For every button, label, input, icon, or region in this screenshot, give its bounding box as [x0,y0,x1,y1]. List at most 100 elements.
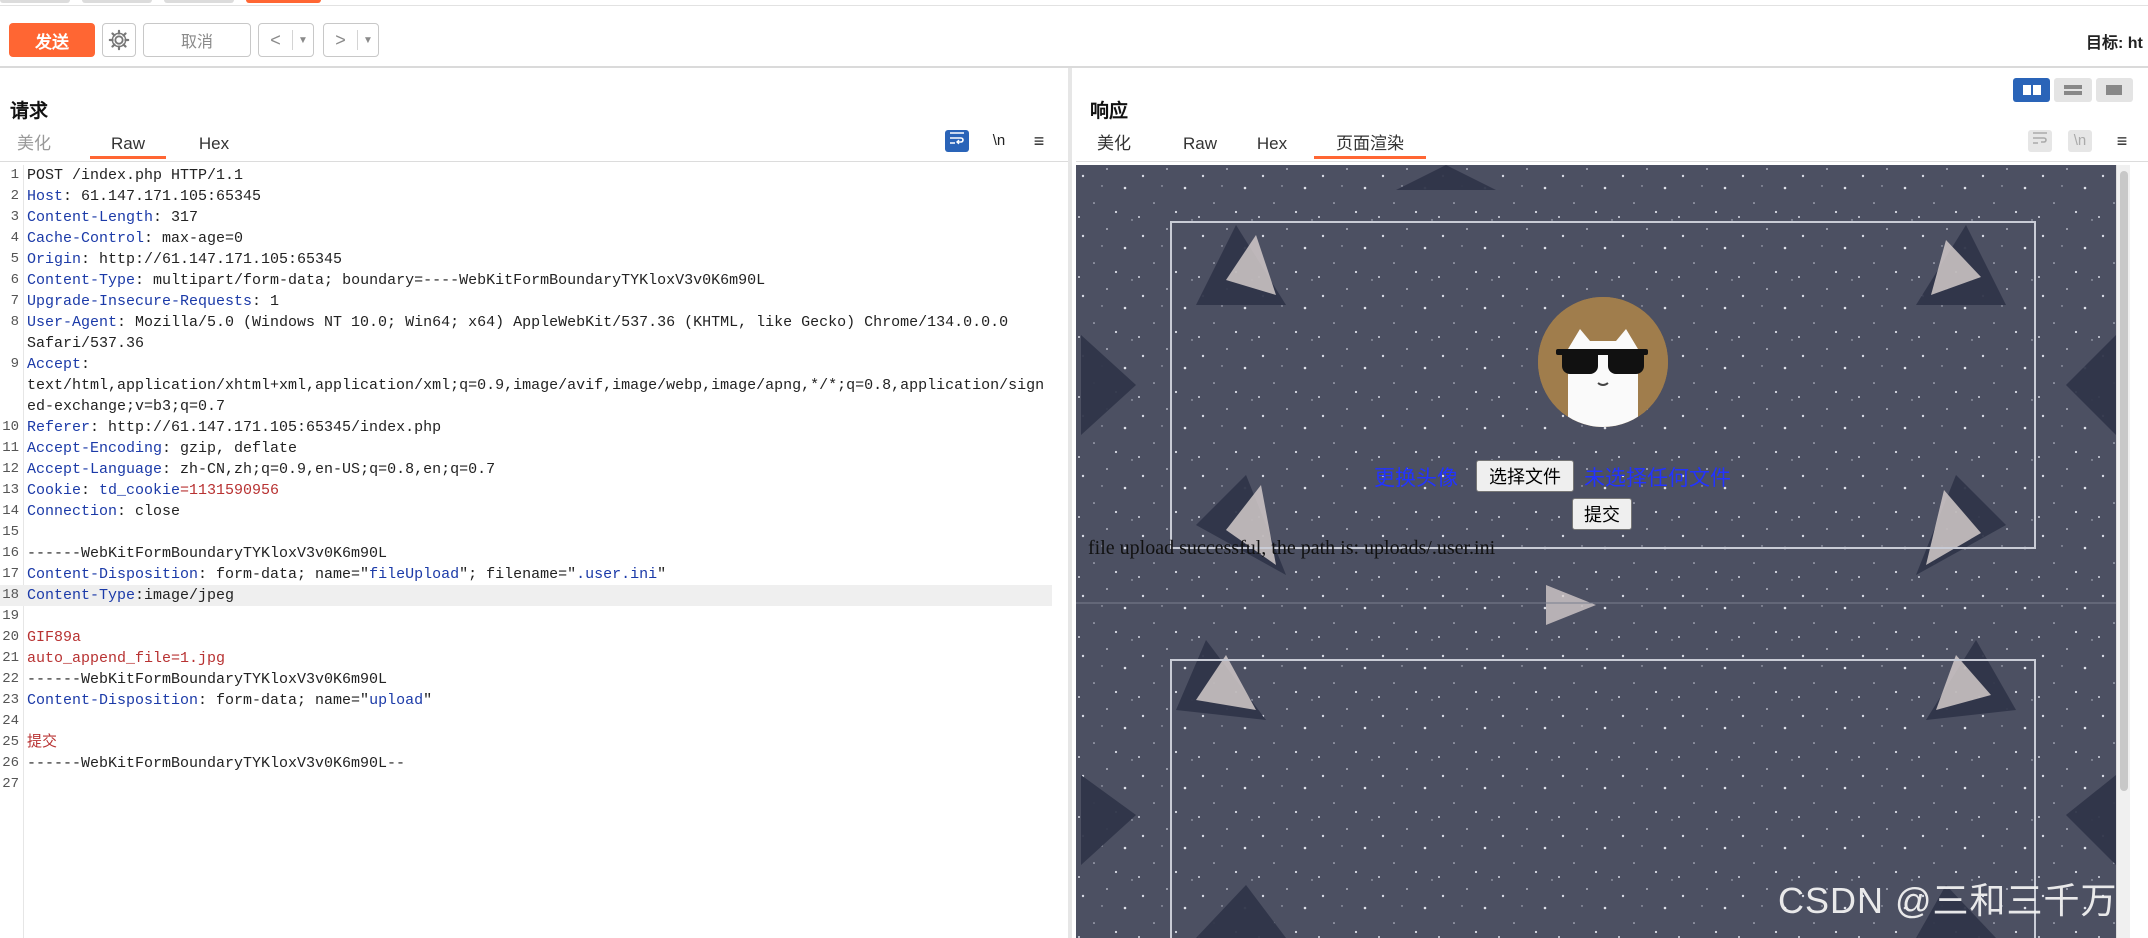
code-token: : Mozilla/5.0 (Windows NT 10.0; Win64; x… [117,314,1009,331]
layout-split-icon[interactable] [2013,78,2051,102]
code-line[interactable]: 20 GIF89a [0,627,1052,648]
code-line[interactable]: 2 Host: 61.147.171.105:65345 [0,186,1052,207]
line-text: ------WebKitFormBoundaryTYKloxV3v0K6m90L [27,669,387,690]
line-number: 5 [10,251,19,267]
code-line[interactable]: 16 ------WebKitFormBoundaryTYKloxV3v0K6m9… [0,543,1052,564]
layout-horizontal-icon[interactable] [2054,78,2092,102]
scroll-thumb[interactable] [2120,171,2128,791]
line-text: Accept-Encoding: gzip, deflate [27,438,297,459]
forward-button[interactable]: > [324,30,358,50]
tab-hex[interactable]: Hex [184,133,244,159]
code-token: Accept-Language [27,461,163,478]
target-label[interactable]: 目标: ht [2086,29,2148,53]
code-line[interactable]: 21 auto_append_file=1.jpg [0,648,1052,669]
code-line[interactable]: 26 ------WebKitFormBoundaryTYKloxV3v0K6m9… [0,753,1052,774]
gear-icon [108,29,130,50]
code-line[interactable]: 9 Accept: [0,354,1052,375]
code-line[interactable]: 1 POST /index.php HTTP/1.1 [0,165,1052,186]
code-line[interactable]: 27 [0,774,1052,795]
newline-toggle[interactable]: \n [2068,130,2092,152]
code-line[interactable]: 5 Origin: http://61.147.171.105:65345 [0,249,1052,270]
line-number: 26 [2,755,19,771]
code-line[interactable]: 12 Accept-Language: zh-CN,zh;q=0.9,en-US;… [0,459,1052,480]
newline-toggle[interactable]: \n [987,130,1011,152]
code-token: Origin [27,251,82,268]
code-line[interactable]: 25 提交 [0,732,1052,753]
tab-pretty[interactable]: 美化 [0,133,68,159]
word-wrap-icon[interactable] [2028,130,2052,152]
dropdown-icon[interactable]: ▼ [293,35,313,46]
code-line[interactable]: 14 Connection: close [0,501,1052,522]
response-tab-divider [1076,161,2148,162]
choose-file-button[interactable]: 选择文件 [1476,460,1574,492]
code-token: Content-Disposition [27,566,199,583]
repeater-toolbar: 发送 取消 < ▼ > ▼ 目标: ht [0,6,2148,68]
response-render-view[interactable]: 更换头像 选择文件 未选择任何文件 提交 file upload success… [1076,165,2130,938]
tab-stub[interactable] [0,0,70,3]
response-title: 响应 [1090,101,1129,122]
tab-pretty[interactable]: 美化 [1076,133,1152,159]
word-wrap-icon[interactable] [945,130,969,152]
line-text: Safari/537.36 [27,333,144,354]
code-line[interactable]: 13 Cookie: td_cookie=1131590956 [0,480,1052,501]
code-line[interactable]: Safari/537.36 [0,333,1052,354]
code-line[interactable]: ed-exchange;v=b3;q=0.7 [0,396,1052,417]
render-scrollbar[interactable] [2116,165,2130,938]
pane-splitter[interactable] [1068,68,1072,938]
code-line[interactable]: 19 [0,606,1052,627]
dropdown-icon[interactable]: ▼ [358,35,378,46]
code-line[interactable]: 15 [0,522,1052,543]
send-button[interactable]: 发送 [9,23,95,57]
code-token: upload [369,692,424,709]
code-line[interactable]: 7 Upgrade-Insecure-Requests: 1 [0,291,1052,312]
code-token: Cookie [27,482,82,499]
code-line[interactable]: 3 Content-Length: 317 [0,207,1052,228]
line-number: 25 [2,734,19,750]
code-token: : [81,482,100,499]
layout-single-icon[interactable] [2095,78,2133,102]
tab-raw[interactable]: Raw [1170,133,1230,159]
code-token: 提交 [27,734,58,751]
code-line[interactable]: 17 Content-Disposition: form-data; name="… [0,564,1052,585]
code-line[interactable]: 22 ------WebKitFormBoundaryTYKloxV3v0K6m9… [0,669,1052,690]
code-token: Upgrade-Insecure-Requests [27,293,253,310]
menu-icon[interactable]: ≡ [1027,130,1051,152]
request-editor[interactable]: 1 POST /index.php HTTP/1.1 2 Host: 61.147.1… [0,165,1068,938]
code-line[interactable]: 4 Cache-Control: max-age=0 [0,228,1052,249]
line-text: Content-Disposition: form-data; name="up… [27,690,432,711]
code-token: "; filename=" [459,566,577,583]
line-text: Host: 61.147.171.105:65345 [27,186,261,207]
change-avatar-link[interactable]: 更换头像 [1374,462,1458,492]
back-button[interactable]: < [259,30,293,50]
tab-raw[interactable]: Raw [90,133,166,159]
response-tabs: 美化 Raw Hex 页面渲染 [1076,133,1426,159]
code-line[interactable]: 10 Referer: http://61.147.171.105:65345/i… [0,417,1052,438]
line-text: Content-Type:image/jpeg [27,585,234,606]
code-line[interactable]: 24 [0,711,1052,732]
code-line[interactable]: 8 User-Agent: Mozilla/5.0 (Windows NT 10.… [0,312,1052,333]
code-line[interactable]: 18 Content-Type:image/jpeg [0,585,1052,606]
cancel-button[interactable]: 取消 [143,23,251,57]
back-nav-group: < ▼ [258,23,314,57]
tab-hex[interactable]: Hex [1242,133,1302,159]
code-token: : 61.147.171.105:65345 [63,188,262,205]
line-text: GIF89a [27,627,81,648]
code-line[interactable]: 11 Accept-Encoding: gzip, deflate [0,438,1052,459]
code-line[interactable]: text/html,application/xhtml+xml,applicat… [0,375,1052,396]
tab-stub[interactable] [82,0,152,3]
line-text: Upgrade-Insecure-Requests: 1 [27,291,279,312]
code-token: : http://61.147.171.105:65345/index.php [90,419,442,436]
settings-button[interactable] [102,23,136,57]
menu-icon[interactable]: ≡ [2110,130,2134,152]
tab-render[interactable]: 页面渲染 [1314,133,1426,159]
line-text: Origin: http://61.147.171.105:65345 [27,249,342,270]
code-line[interactable]: 6 Content-Type: multipart/form-data; boun… [0,270,1052,291]
code-token: : 1 [252,293,280,310]
submit-button[interactable]: 提交 [1572,498,1632,530]
tab-stub[interactable] [164,0,234,3]
line-number: 7 [10,293,19,309]
code-line[interactable]: 23 Content-Disposition: form-data; name="… [0,690,1052,711]
code-token: :image/jpeg [135,587,235,604]
tab-stub-active[interactable] [246,0,321,3]
line-text: User-Agent: Mozilla/5.0 (Windows NT 10.0… [27,312,1008,333]
